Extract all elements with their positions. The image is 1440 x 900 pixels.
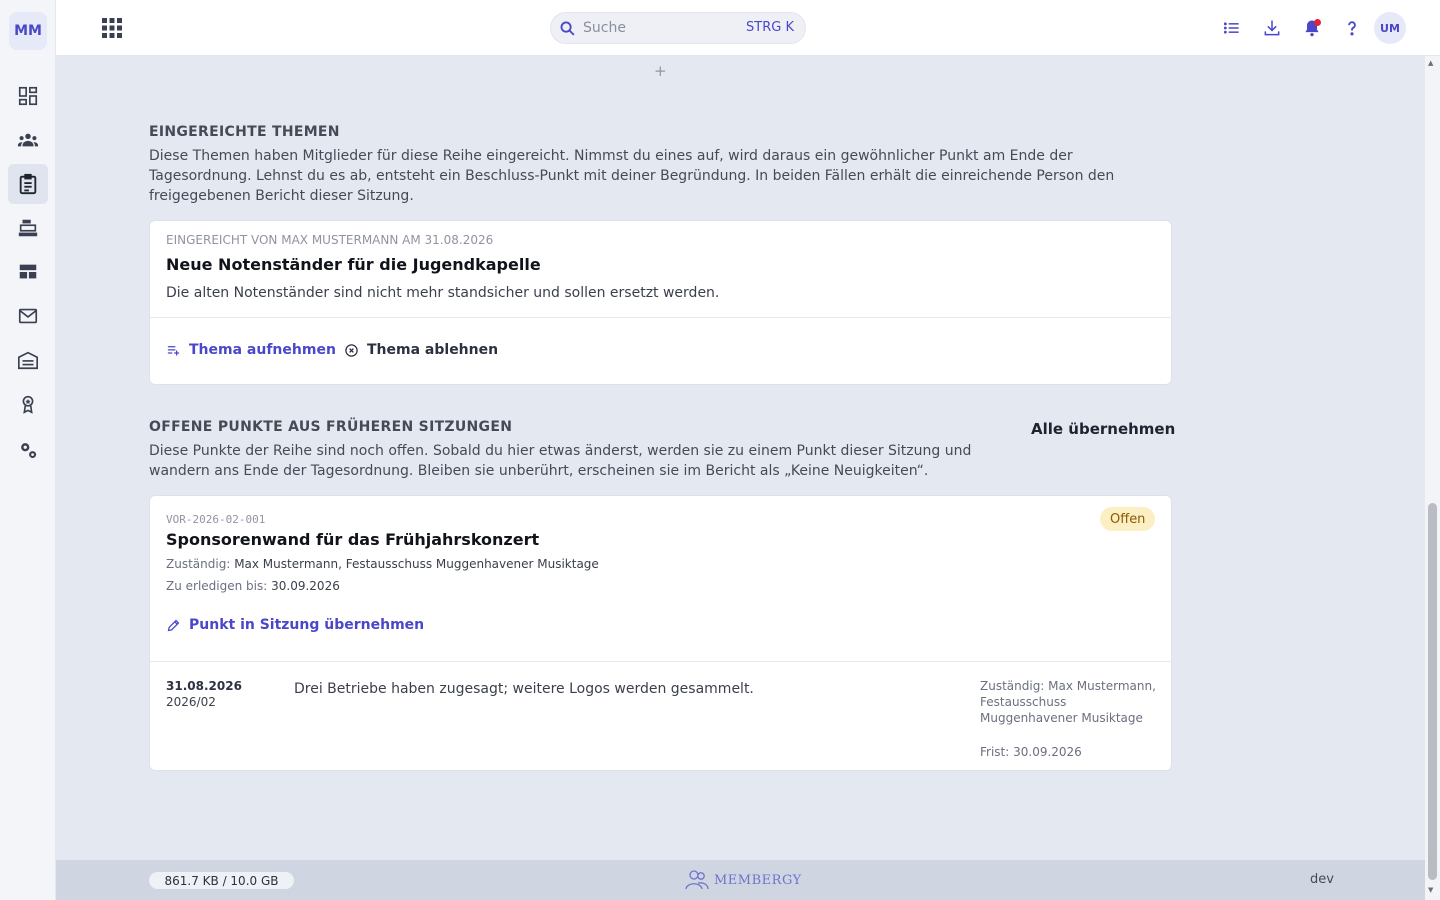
warehouse-icon xyxy=(18,351,38,370)
reject-topic-label: Thema ablehnen xyxy=(367,342,499,358)
submitted-topic-card: EINGEREICHT VON MAX MUSTERMANN AM 31.08.… xyxy=(149,220,1172,385)
apps-grid-icon[interactable] xyxy=(100,16,124,40)
responsible-value: Max Mustermann, Festausschuss Muggenhave… xyxy=(234,557,599,571)
item-responsible: Zuständig: Max Mustermann, Festausschuss… xyxy=(166,557,599,571)
clipboard-icon xyxy=(19,173,37,195)
sidebar: MM xyxy=(0,0,56,900)
app-logo[interactable]: MM xyxy=(9,12,47,50)
open-items-section-description: Diese Punkte der Reihe sind noch offen. … xyxy=(149,443,972,479)
sidebar-item-mail[interactable] xyxy=(8,296,48,336)
scroll-down-icon[interactable]: ▼ xyxy=(1428,886,1433,894)
pencil-icon xyxy=(167,619,180,631)
search-input[interactable]: Suche STRG K xyxy=(550,12,806,44)
scroll-up-icon[interactable]: ▲ xyxy=(1428,59,1433,67)
playlist-add-icon xyxy=(167,345,180,355)
search-placeholder: Suche xyxy=(583,20,626,36)
scrollbar[interactable]: ▲ ▼ xyxy=(1425,56,1440,900)
item-title: Sponsorenwand für das Frühjahrskonzert xyxy=(166,530,540,549)
submitted-meta: EINGEREICHT VON MAX MUSTERMANN AM 31.08.… xyxy=(166,233,494,247)
open-item-card: VOR-2026-02-001 Sponsorenwand für das Fr… xyxy=(149,495,1172,771)
sidebar-item-inventory[interactable] xyxy=(8,208,48,248)
table-icon xyxy=(19,264,37,279)
mail-icon xyxy=(18,308,38,324)
add-icon[interactable]: + xyxy=(654,62,667,80)
cancel-circle-icon xyxy=(345,343,358,357)
history-responsible: Zuständig: Max Mustermann, Festausschuss… xyxy=(980,679,1156,725)
take-over-item-button[interactable]: Punkt in Sitzung übernehmen xyxy=(166,617,424,633)
medal-icon xyxy=(22,395,34,414)
history-date: 31.08.2026 xyxy=(166,679,242,693)
take-over-label: Punkt in Sitzung übernehmen xyxy=(189,617,425,633)
status-badge: Offen xyxy=(1100,507,1156,531)
list-icon[interactable] xyxy=(1222,18,1242,38)
accept-topic-button[interactable]: Thema aufnehmen xyxy=(166,342,336,358)
item-due-date: Zu erledigen bis: 30.09.2026 xyxy=(166,579,340,593)
sidebar-item-dashboard[interactable] xyxy=(8,76,48,116)
group-icon xyxy=(17,133,39,147)
card-divider xyxy=(150,317,1171,318)
help-icon[interactable] xyxy=(1342,18,1362,38)
reject-topic-button[interactable]: Thema ablehnen xyxy=(344,342,498,358)
item-code: VOR-2026-02-001 xyxy=(166,513,266,526)
sidebar-item-members[interactable] xyxy=(8,120,48,160)
topic-text: Die alten Notenständer sind nicht mehr s… xyxy=(166,285,720,301)
cash-register-icon xyxy=(18,219,38,237)
sidebar-item-layout[interactable] xyxy=(8,252,48,292)
brand-name: MEMBERGY xyxy=(714,872,802,888)
card-divider xyxy=(150,661,1171,662)
search-icon xyxy=(560,21,575,36)
download-icon[interactable] xyxy=(1262,18,1282,38)
gears-icon xyxy=(21,443,37,459)
notification-dot xyxy=(1314,19,1321,26)
open-items-section-title: OFFENE PUNKTE AUS FRÜHEREN SITZUNGEN xyxy=(149,419,513,435)
environment-label: dev xyxy=(1310,872,1334,887)
sidebar-item-awards[interactable] xyxy=(8,384,48,424)
top-bar: Suche STRG K UM xyxy=(56,0,1440,56)
brand-logo: MEMBERGY xyxy=(684,869,802,891)
topic-title: Neue Notenständer für die Jugendkapelle xyxy=(166,255,541,274)
scrollbar-thumb[interactable] xyxy=(1428,503,1437,880)
history-text: Drei Betriebe haben zugesagt; weitere Lo… xyxy=(294,681,754,697)
membergy-logo-icon xyxy=(685,870,709,890)
sidebar-item-meetings[interactable] xyxy=(8,164,48,204)
history-session: 2026/02 xyxy=(166,695,216,709)
search-shortcut: STRG K xyxy=(746,20,794,35)
submitted-section-title: EINGEREICHTE THEMEN xyxy=(149,124,340,140)
submitted-section-description: Diese Themen haben Mitglieder für diese … xyxy=(149,148,1115,204)
due-value: 30.09.2026 xyxy=(271,579,340,593)
history-deadline: Frist: 30.09.2026 xyxy=(980,745,1082,759)
sidebar-item-warehouse[interactable] xyxy=(8,340,48,380)
footer: 861.7 KB / 10.0 GB MEMBERGY dev xyxy=(56,860,1425,900)
sidebar-item-settings[interactable] xyxy=(8,430,48,470)
accept-topic-label: Thema aufnehmen xyxy=(189,342,336,358)
responsible-label: Zuständig: xyxy=(166,557,231,571)
dashboard-icon xyxy=(18,86,38,106)
storage-usage: 861.7 KB / 10.0 GB xyxy=(149,872,294,889)
accept-all-button[interactable]: Alle übernehmen xyxy=(1031,420,1175,438)
avatar[interactable]: UM xyxy=(1374,12,1406,44)
due-label: Zu erledigen bis: xyxy=(166,579,268,593)
